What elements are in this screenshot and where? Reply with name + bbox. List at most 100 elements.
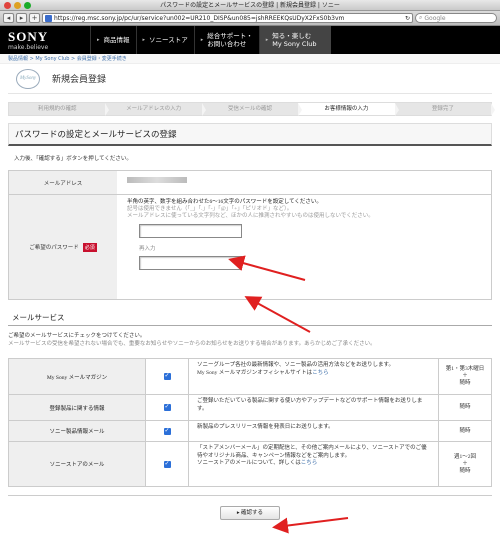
mail-name: 登録製品に関する情報 <box>9 395 145 420</box>
step-complete: 登録完了 <box>395 103 496 116</box>
mail-more: My Sony メールマガジンオフィシャルサイトはこちら <box>197 370 430 378</box>
mail-checkbox-product-info[interactable]: ✓ <box>145 421 188 441</box>
step-email: メールアドレスの入力 <box>105 103 207 116</box>
search-placeholder: Google <box>424 14 446 22</box>
password-note-symbols: 記号は使用できません（「_」「.」「-」「@」「+」「ピリオド」など）。 <box>127 206 293 212</box>
nav-products[interactable]: ▸ 商品情報 <box>90 26 136 54</box>
chevron-right-icon: ▸ <box>142 37 146 43</box>
mail-checkbox-registered[interactable]: ✓ <box>145 395 188 420</box>
mail-text: 「ストアメンバーメール」の定期配信と、その他ご案内メールにより、ソニーストアでの… <box>188 442 438 486</box>
close-window-button[interactable] <box>4 2 11 9</box>
mail-name: ソニー製品情報メール <box>9 421 145 441</box>
section-title: パスワードの設定とメールサービスの登録 <box>8 123 492 146</box>
nav-label: 知る・楽しむ My Sony Club <box>272 32 317 48</box>
url-text: https://reg.msc.sony.jp/pc/ur/service?un… <box>54 14 345 22</box>
search-icon: ⌕ <box>419 14 423 21</box>
mail-checkbox-magazine[interactable]: ✓ <box>145 359 188 394</box>
email-label: メールアドレス <box>9 171 117 194</box>
step-terms: 利用規約の確認 <box>9 103 110 116</box>
form-table: メールアドレス ご希望のパスワード 必須 半角の英字、数字を組み合わせた6〜16… <box>8 170 492 300</box>
email-row: メールアドレス <box>9 171 491 195</box>
mail-row-product-info: ソニー製品情報メール ✓ 新製品のプレスリリース情報を発表日にお送りします。 随… <box>9 421 491 442</box>
email-label-text: メールアドレス <box>43 180 83 187</box>
required-badge: 必須 <box>82 242 97 252</box>
minimize-window-button[interactable] <box>14 2 21 9</box>
mail-name: My Sony メールマガジン <box>9 359 145 394</box>
mail-row-store: ソニーストアのメール ✓ 「ストアメンバーメール」の定期配信と、その他ご案内メー… <box>9 442 491 486</box>
mail-description: ソニーグループ各社の最新情報や、ソニー製品の活用方法などをお送りします。 <box>197 362 394 368</box>
nav-mysonyclub[interactable]: ▸ 知る・楽しむ My Sony Club <box>258 26 331 54</box>
password-rule: 半角の英字、数字を組み合わせた6〜16文字のパスワードを設定してください。 <box>127 199 322 205</box>
window-titlebar: パスワードの設定とメールサービスの登録 | 新規会員登録 | ソニー <box>0 0 500 11</box>
reload-icon[interactable]: ↻ <box>405 15 410 22</box>
add-bookmark-button[interactable]: + <box>29 13 40 23</box>
mail-service-heading: メールサービス <box>8 310 492 326</box>
mail-frequency: 週1〜2回 ＋ 随時 <box>438 442 491 486</box>
nav-label: 総合サポート・ お問い合わせ <box>207 32 253 48</box>
brand-name: SONY <box>8 29 49 44</box>
mail-description: ご登録いただいている製品に関する使い方やアップデートなどのサポート情報をお送りし… <box>197 398 423 412</box>
mail-row-registered-products: 登録製品に関する情報 ✓ ご登録いただいている製品に関する使い方やアップデートな… <box>9 395 491 421</box>
mail-desc-1: ご希望のメールサービスにチェックをつけてください。 <box>8 333 146 339</box>
window-controls[interactable] <box>4 2 31 9</box>
mail-frequency: 随時 <box>438 421 491 441</box>
mail-more-link[interactable]: こちら <box>301 460 318 466</box>
chevron-right-icon: ▸ <box>265 37 269 43</box>
email-value-redacted <box>127 177 187 183</box>
mail-text: 新製品のプレスリリース情報を発表日にお送りします。 <box>188 421 438 441</box>
mail-description: 新製品のプレスリリース情報を発表日にお送りします。 <box>197 424 334 430</box>
mail-more-text: My Sony メールマガジンオフィシャルサイトは <box>197 369 313 376</box>
forward-button[interactable]: ▸ <box>16 13 27 23</box>
mail-service-desc: ご希望のメールサービスにチェックをつけてください。 メールサービスの受信を希望さ… <box>8 332 492 348</box>
mail-name: ソニーストアのメール <box>9 442 145 486</box>
mysony-logo: MySony <box>16 68 40 89</box>
nav-support[interactable]: ▸ 総合サポート・ お問い合わせ <box>193 26 259 54</box>
mail-more-link[interactable]: こちら <box>312 370 329 376</box>
confirm-button[interactable]: ▸ 確認する <box>220 506 280 520</box>
mail-text: ソニーグループ各社の最新情報や、ソニー製品の活用方法などをお送りします。 My … <box>188 359 438 394</box>
back-button[interactable]: ◂ <box>3 13 14 23</box>
password-label-text: ご希望のパスワード <box>29 245 79 251</box>
nav-label: ソニーストア <box>149 36 188 44</box>
mail-desc-2: メールサービスの受信を希望されない場合でも、重要なお知らせやソニーからのお知らせ… <box>8 341 376 347</box>
step-customer-info: お客様情報の入力 <box>298 103 400 116</box>
progress-steps: 利用規約の確認 メールアドレスの入力 受信メールの確認 お客様情報の入力 登録完… <box>8 102 496 116</box>
address-bar[interactable]: https://reg.msc.sony.jp/pc/ur/service?un… <box>42 13 413 23</box>
email-value <box>117 171 491 194</box>
site-icon <box>45 14 52 22</box>
search-field[interactable]: ⌕ Google <box>415 13 497 23</box>
mail-description: 「ストアメンバーメール」の定期配信と、その他ご案内メールにより、ソニーストアでの… <box>197 445 427 459</box>
breadcrumb: 製品情報 > My Sony Club > 会員登録・変更手続き <box>0 54 500 64</box>
mail-service-table: My Sony メールマガジン ✓ ソニーグループ各社の最新情報や、ソニー製品の… <box>8 358 492 487</box>
breadcrumb-text[interactable]: 製品情報 > My Sony Club > 会員登録・変更手続き <box>8 56 127 62</box>
reenter-label: 再入力 <box>139 246 156 252</box>
page-header: MySony 新規会員登録 <box>8 64 492 94</box>
mail-more-text: ソニーストアのメールについて、詳しくは <box>197 460 301 466</box>
chevron-right-icon: ▸ <box>200 37 204 43</box>
mail-frequency: 随時 <box>438 395 491 420</box>
mail-checkbox-store[interactable]: ✓ <box>145 442 188 486</box>
instruction-text: 入力後、「確認する」ボタンを押してください。 <box>14 156 132 162</box>
confirm-area: ▸ 確認する <box>8 495 492 520</box>
mail-text: ご登録いただいている製品に関する使い方やアップデートなどのサポート情報をお送りし… <box>188 395 438 420</box>
mail-frequency: 第1・第3木曜日 ＋ 随時 <box>438 359 491 394</box>
browser-toolbar: ◂ ▸ + https://reg.msc.sony.jp/pc/ur/serv… <box>0 11 500 26</box>
checkbox-checked-icon[interactable]: ✓ <box>163 373 171 380</box>
chevron-right-icon: ▸ <box>97 37 100 43</box>
site-header: SONY make.believe ▸ 商品情報 ▸ ソニーストア ▸ 総合サポート・… <box>0 26 500 54</box>
window-title: パスワードの設定とメールサービスの登録 | 新規会員登録 | ソニー <box>160 2 340 9</box>
sony-logo[interactable]: SONY make.believe <box>0 26 90 54</box>
nav-label: 商品情報 <box>103 36 130 44</box>
password-confirm-input[interactable] <box>139 256 242 270</box>
page-title: 新規会員登録 <box>52 74 107 84</box>
password-input[interactable] <box>139 224 242 238</box>
mail-more: ソニーストアのメールについて、詳しくはこちら <box>197 460 430 468</box>
password-label: ご希望のパスワード 必須 <box>9 195 117 299</box>
zoom-window-button[interactable] <box>24 2 31 9</box>
checkbox-checked-icon[interactable]: ✓ <box>163 427 171 435</box>
nav-store[interactable]: ▸ ソニーストア <box>135 26 194 54</box>
step-confirm-mail: 受信メールの確認 <box>202 103 303 116</box>
password-row: ご希望のパスワード 必須 半角の英字、数字を組み合わせた6〜16文字のパスワード… <box>9 195 491 299</box>
checkbox-checked-icon[interactable]: ✓ <box>163 404 171 411</box>
checkbox-checked-icon[interactable]: ✓ <box>163 460 171 468</box>
